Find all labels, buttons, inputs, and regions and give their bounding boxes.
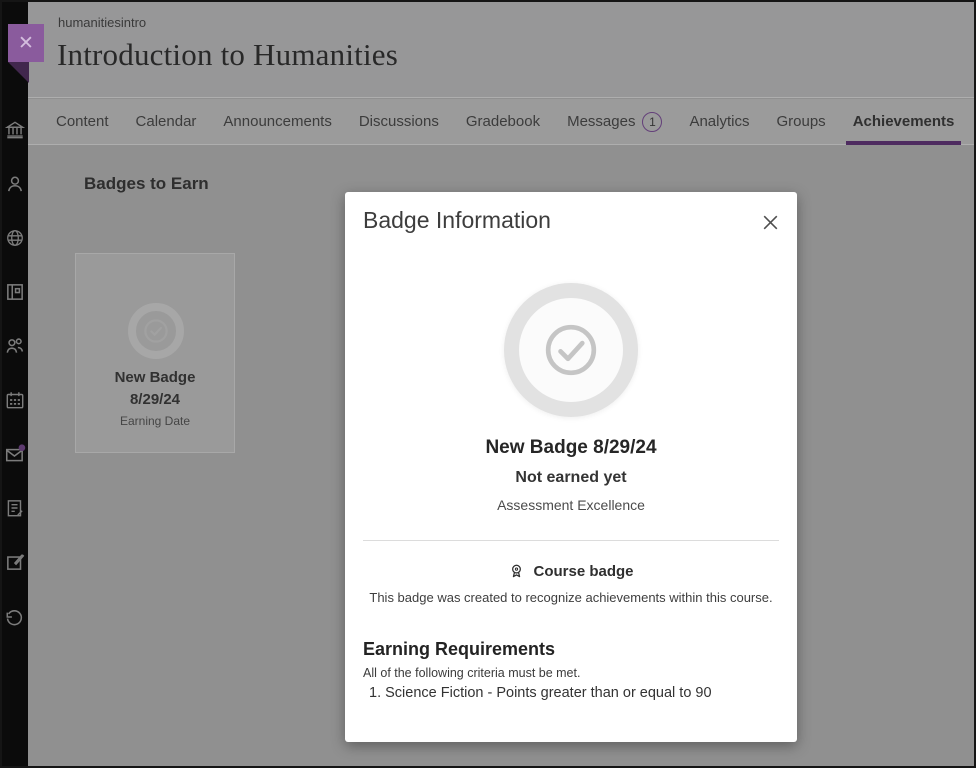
earning-requirements-list: Science Fiction - Points greater than or… bbox=[369, 685, 712, 701]
badge-card[interactable]: New Badge 8/29/24 Earning Date bbox=[75, 253, 235, 453]
modal-badge-status: Not earned yet bbox=[345, 469, 797, 487]
badge-information-modal: Badge Information New Badge 8/29/24 Not … bbox=[345, 192, 797, 742]
tab-calendar[interactable]: Calendar bbox=[136, 99, 197, 145]
badge-scope-row: Course badge bbox=[345, 563, 797, 580]
profile-icon[interactable] bbox=[4, 173, 26, 195]
earning-requirements-heading: Earning Requirements bbox=[363, 639, 555, 660]
messages-count-badge: 1 bbox=[642, 112, 662, 132]
badge-card-title: New Badge bbox=[76, 369, 234, 386]
badge-scope-label: Course badge bbox=[533, 563, 633, 580]
active-tab-underline bbox=[846, 141, 962, 145]
messages-icon[interactable] bbox=[4, 443, 26, 465]
recent-activity-icon[interactable] bbox=[4, 606, 26, 628]
app-window: ✕ humanitiesintro Introduction to Humani… bbox=[0, 0, 976, 768]
badge-ring bbox=[128, 303, 184, 359]
modal-close-button[interactable] bbox=[757, 209, 783, 235]
tab-messages[interactable]: Messages 1 bbox=[567, 99, 662, 145]
badge-large-ring bbox=[504, 283, 638, 417]
institution-icon[interactable] bbox=[4, 119, 26, 141]
tab-discussions[interactable]: Discussions bbox=[359, 99, 439, 145]
tab-gradebook[interactable]: Gradebook bbox=[466, 99, 540, 145]
earning-requirements-note: All of the following criteria must be me… bbox=[363, 666, 580, 680]
groups-icon[interactable] bbox=[4, 335, 26, 357]
badge-large-check-icon bbox=[538, 317, 604, 383]
tab-announcements[interactable]: Announcements bbox=[223, 99, 331, 145]
close-course-x-icon: ✕ bbox=[18, 34, 34, 53]
badge-card-subtitle: Earning Date bbox=[76, 414, 234, 428]
badge-scope-description: This badge was created to recognize achi… bbox=[345, 590, 797, 605]
modal-badge-category: Assessment Excellence bbox=[345, 497, 797, 513]
requirement-item: Science Fiction - Points greater than or… bbox=[369, 685, 712, 701]
award-icon bbox=[508, 563, 525, 580]
course-header: humanitiesintro Introduction to Humaniti… bbox=[28, 0, 976, 98]
tools-icon[interactable] bbox=[4, 551, 26, 573]
tab-achievements[interactable]: Achievements bbox=[853, 99, 955, 145]
page-title: Introduction to Humanities bbox=[57, 37, 398, 73]
calendar-icon[interactable] bbox=[4, 389, 26, 411]
tab-analytics[interactable]: Analytics bbox=[689, 99, 749, 145]
modal-title: Badge Information bbox=[363, 207, 551, 234]
activity-icon[interactable] bbox=[4, 281, 26, 303]
close-course-button[interactable]: ✕ bbox=[8, 24, 44, 62]
modal-badge-name: New Badge 8/29/24 bbox=[345, 437, 797, 459]
course-id: humanitiesintro bbox=[58, 15, 146, 30]
modal-divider bbox=[363, 540, 779, 541]
badge-check-icon bbox=[141, 316, 171, 346]
course-nav: Content Calendar Announcements Discussio… bbox=[28, 99, 976, 145]
grades-icon[interactable] bbox=[4, 497, 26, 519]
tab-content[interactable]: Content bbox=[56, 99, 109, 145]
section-title: Badges to Earn bbox=[84, 174, 209, 194]
global-sidebar bbox=[0, 0, 28, 768]
close-icon bbox=[760, 212, 781, 233]
tab-groups[interactable]: Groups bbox=[776, 99, 825, 145]
close-flag-fold bbox=[8, 62, 29, 83]
badge-card-date: 8/29/24 bbox=[76, 391, 234, 408]
globe-icon[interactable] bbox=[4, 227, 26, 249]
